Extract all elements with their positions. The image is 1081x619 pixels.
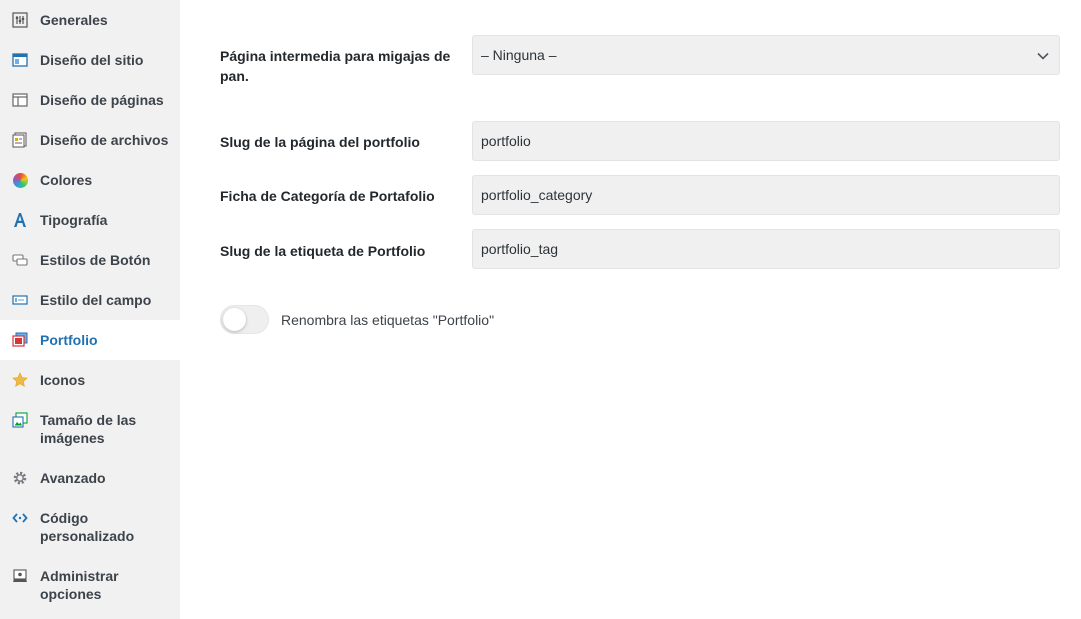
settings-sidebar: Generales Diseño del sitio Diseño de pág… <box>0 0 180 619</box>
site-layout-icon <box>12 52 28 68</box>
button-styles-icon <box>12 252 28 268</box>
sidebar-item-label: Tamaño de las imágenes <box>40 412 137 446</box>
sidebar-item-label: Portfolio <box>40 332 98 348</box>
rename-labels-row: Renombra las etiquetas "Portfolio" <box>220 305 494 334</box>
manage-options-icon <box>12 568 28 584</box>
sidebar-item-diseno-del-sitio[interactable]: Diseño del sitio <box>0 40 180 80</box>
star-icon <box>12 372 28 388</box>
sidebar-item-tipografia[interactable]: Tipografía <box>0 200 180 240</box>
portfolio-icon <box>12 332 28 348</box>
portfolio-settings-panel: Página intermedia para migajas de pan. –… <box>180 0 1081 619</box>
gear-icon <box>12 470 28 486</box>
code-icon <box>12 510 28 526</box>
portfolio-slug-label: Slug de la página del portfolio <box>220 134 420 150</box>
page-layout-icon <box>12 92 28 108</box>
sidebar-item-avanzado[interactable]: Avanzado <box>0 458 180 498</box>
portfolio-category-input[interactable]: portfolio_category <box>472 175 1060 215</box>
rename-labels-toggle[interactable] <box>220 305 269 334</box>
sidebar-item-label: Estilo del campo <box>40 292 152 308</box>
sidebar-item-label: Diseño de archivos <box>40 132 169 148</box>
sidebar-item-label: Colores <box>40 172 93 188</box>
portfolio-tag-label: Slug de la etiqueta de Portfolio <box>220 243 426 259</box>
sidebar-item-administrar-opciones[interactable]: Administrar opciones <box>0 556 180 614</box>
sidebar-item-estilos-de-boton[interactable]: Estilos de Botón <box>0 240 180 280</box>
toggle-knob <box>223 308 246 331</box>
sidebar-item-diseno-de-paginas[interactable]: Diseño de páginas <box>0 80 180 120</box>
breadcrumb-page-value: – Ninguna – <box>481 47 557 63</box>
sidebar-item-label: Diseño del sitio <box>40 52 144 68</box>
sidebar-item-label: Generales <box>40 12 108 28</box>
breadcrumb-page-label: Página intermedia para migajas de pan. <box>220 48 451 84</box>
breadcrumb-page-select[interactable]: – Ninguna – <box>472 35 1060 75</box>
sidebar-item-label: Tipografía <box>40 212 108 228</box>
color-wheel-icon <box>12 172 28 188</box>
sidebar-item-label: Avanzado <box>40 470 106 486</box>
sidebar-item-label: Iconos <box>40 372 86 388</box>
field-style-icon <box>12 292 28 308</box>
rename-labels-label: Renombra las etiquetas "Portfolio" <box>281 311 495 328</box>
sidebar-item-portfolio[interactable]: Portfolio <box>0 320 180 360</box>
sidebar-item-tamano-de-las-imagenes[interactable]: Tamaño de las imágenes <box>0 400 180 458</box>
sidebar-item-colores[interactable]: Colores <box>0 160 180 200</box>
sidebar-item-codigo-personalizado[interactable]: Código personalizado <box>0 498 180 556</box>
typography-icon <box>12 212 28 228</box>
portfolio-category-label: Ficha de Categoría de Portafolio <box>220 188 435 204</box>
archive-layout-icon <box>12 132 28 148</box>
sidebar-item-estilo-del-campo[interactable]: Estilo del campo <box>0 280 180 320</box>
image-size-icon <box>12 412 28 428</box>
portfolio-tag-input[interactable]: portfolio_tag <box>472 229 1060 269</box>
sliders-icon <box>12 12 28 28</box>
chevron-down-icon <box>1037 36 1049 74</box>
sidebar-item-generales[interactable]: Generales <box>0 0 180 40</box>
sidebar-item-label: Código personalizado <box>40 510 135 544</box>
sidebar-item-label: Estilos de Botón <box>40 252 151 268</box>
portfolio-slug-input[interactable]: portfolio <box>472 121 1060 161</box>
sidebar-item-label: Diseño de páginas <box>40 92 164 108</box>
sidebar-item-diseno-de-archivos[interactable]: Diseño de archivos <box>0 120 180 160</box>
sidebar-item-iconos[interactable]: Iconos <box>0 360 180 400</box>
sidebar-item-label: Administrar opciones <box>40 568 119 602</box>
